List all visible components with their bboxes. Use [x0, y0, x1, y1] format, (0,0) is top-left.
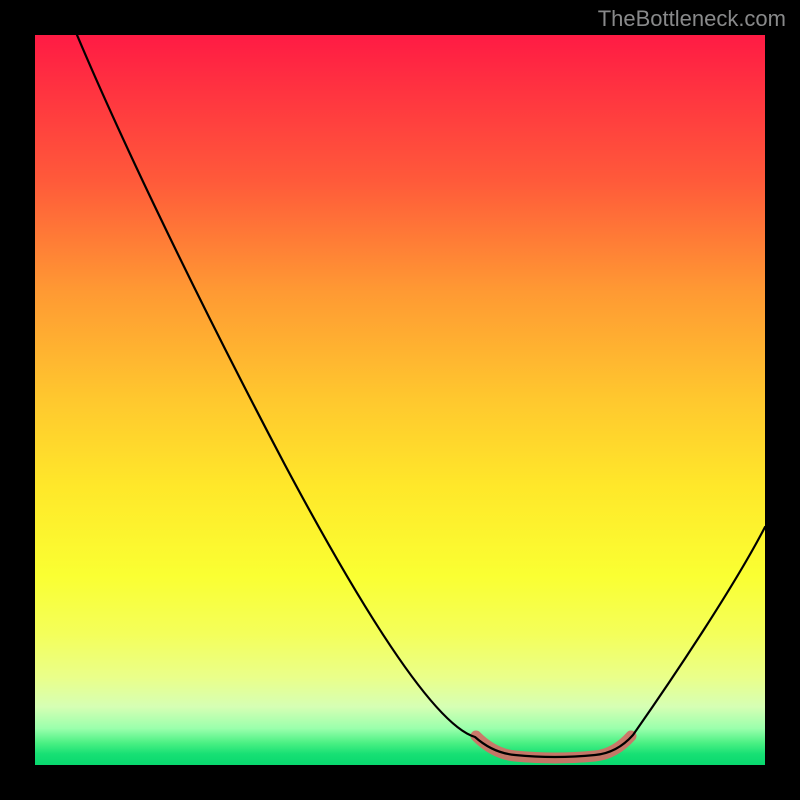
optimum-highlight [476, 736, 631, 758]
attribution-text: TheBottleneck.com [598, 6, 786, 32]
curve-svg [35, 35, 765, 765]
bottleneck-curve [77, 35, 765, 757]
chart-frame: TheBottleneck.com [0, 0, 800, 800]
plot-area [35, 35, 765, 765]
